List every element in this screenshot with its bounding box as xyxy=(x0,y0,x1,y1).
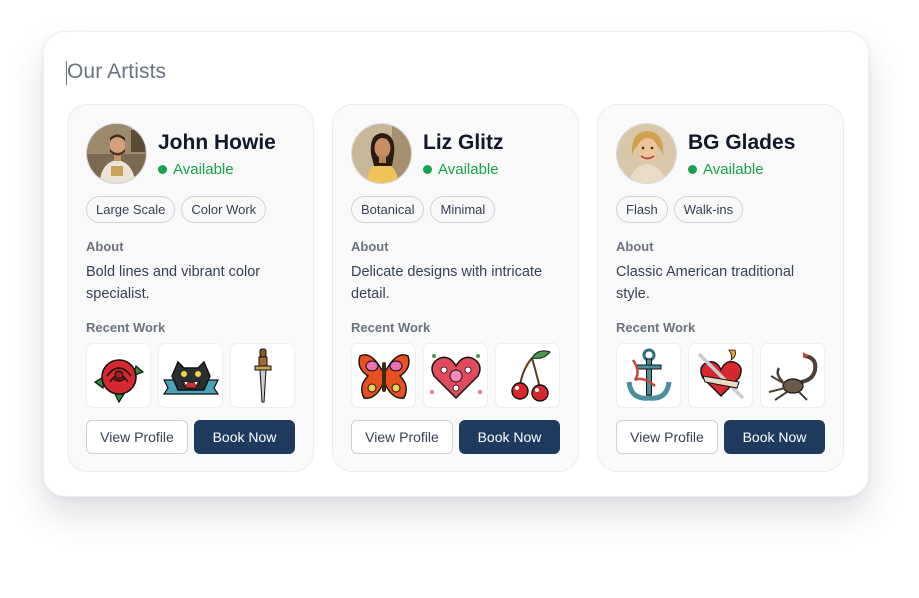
cherries-tattoo-icon xyxy=(510,349,551,402)
status-dot-icon xyxy=(158,165,167,174)
heart-dagger-tattoo-icon xyxy=(697,349,744,399)
book-now-button[interactable]: Book Now xyxy=(459,420,560,454)
artist-name: John Howie xyxy=(158,131,276,154)
recent-work-gallery xyxy=(616,343,825,408)
tag-large-scale[interactable]: Large Scale xyxy=(86,196,176,223)
heart-dagger-tattoo-thumbnail[interactable] xyxy=(688,343,753,408)
anchor-tattoo-thumbnail[interactable] xyxy=(616,343,681,408)
specialty-tags: Large Scale Color Work xyxy=(86,196,267,223)
availability-status: Available xyxy=(688,161,764,178)
rose-tattoo-thumbnail[interactable] xyxy=(86,343,151,408)
artist-avatar[interactable] xyxy=(616,123,677,184)
dagger-tattoo-thumbnail[interactable] xyxy=(230,343,295,408)
artist-name: BG Glades xyxy=(688,131,796,154)
about-text: Classic American traditional style. xyxy=(616,264,795,302)
cherries-tattoo-thumbnail[interactable] xyxy=(495,343,560,408)
page-title: Our Artists xyxy=(67,60,167,83)
status-text: Available xyxy=(703,161,764,178)
specialty-tags: Flash Walk-ins xyxy=(616,196,744,223)
floral-heart-tattoo-thumbnail[interactable] xyxy=(423,343,488,408)
recent-work-gallery xyxy=(351,343,560,408)
butterfly-tattoo-icon xyxy=(357,353,410,399)
artist-avatar[interactable] xyxy=(351,123,412,184)
artist-card-john-howie: John Howie Available Large Scale Color W… xyxy=(67,104,314,472)
view-profile-button[interactable]: View Profile xyxy=(86,420,188,454)
artist-card-liz-glitz: Liz Glitz Available Botanical Minimal Ab… xyxy=(332,104,579,472)
anchor-tattoo-icon xyxy=(626,348,671,401)
scorpion-tattoo-thumbnail[interactable] xyxy=(760,343,825,408)
rose-tattoo-icon xyxy=(93,358,144,403)
recent-work-heading: Recent Work xyxy=(86,320,166,335)
about-text: Bold lines and vibrant color specialist. xyxy=(86,264,261,302)
about-heading: About xyxy=(616,239,654,254)
recent-work-heading: Recent Work xyxy=(616,320,696,335)
recent-work-gallery xyxy=(86,343,295,408)
status-dot-icon xyxy=(688,165,697,174)
artist-avatar[interactable] xyxy=(86,123,147,184)
view-profile-button[interactable]: View Profile xyxy=(351,420,453,454)
status-dot-icon xyxy=(423,165,432,174)
floral-heart-tattoo-icon xyxy=(429,353,482,399)
tag-color-work[interactable]: Color Work xyxy=(181,196,267,223)
tag-flash[interactable]: Flash xyxy=(616,196,668,223)
artist-card-bg-glades: BG Glades Available Flash Walk-ins About… xyxy=(597,104,844,472)
about-heading: About xyxy=(86,239,124,254)
panther-tattoo-icon xyxy=(162,360,219,395)
specialty-tags: Botanical Minimal xyxy=(351,196,496,223)
tag-walk-ins[interactable]: Walk-ins xyxy=(673,196,744,223)
about-text: Delicate designs with intricate detail. xyxy=(351,264,543,302)
tag-botanical[interactable]: Botanical xyxy=(351,196,425,223)
dagger-tattoo-icon xyxy=(254,348,271,402)
book-now-button[interactable]: Book Now xyxy=(194,420,295,454)
availability-status: Available xyxy=(158,161,234,178)
scorpion-tattoo-icon xyxy=(768,351,817,401)
recent-work-heading: Recent Work xyxy=(351,320,431,335)
tag-minimal[interactable]: Minimal xyxy=(430,196,496,223)
status-text: Available xyxy=(438,161,499,178)
butterfly-tattoo-thumbnail[interactable] xyxy=(351,343,416,408)
panther-tattoo-thumbnail[interactable] xyxy=(158,343,223,408)
artist-name: Liz Glitz xyxy=(423,131,504,154)
status-text: Available xyxy=(173,161,234,178)
book-now-button[interactable]: Book Now xyxy=(724,420,825,454)
availability-status: Available xyxy=(423,161,499,178)
about-heading: About xyxy=(351,239,389,254)
view-profile-button[interactable]: View Profile xyxy=(616,420,718,454)
